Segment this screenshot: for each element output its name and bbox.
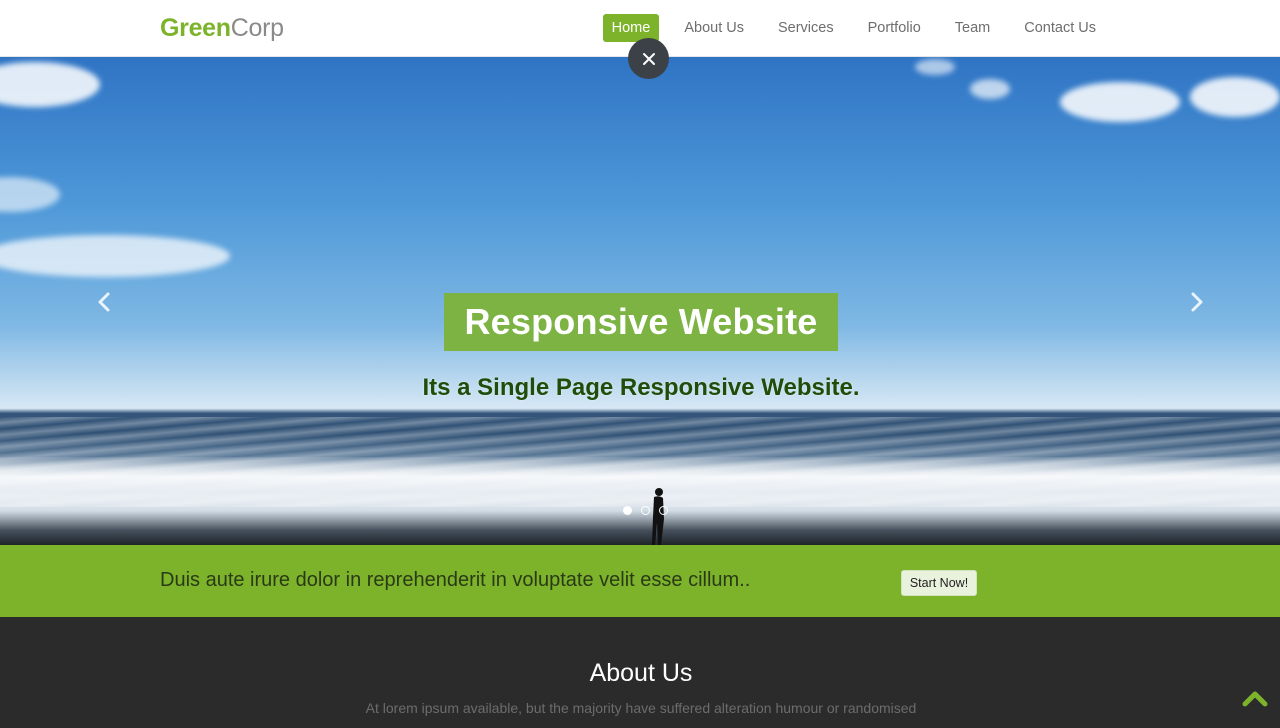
close-icon	[642, 52, 655, 65]
cloud-decoration	[1190, 77, 1280, 117]
carousel-indicator[interactable]	[641, 506, 650, 515]
carousel-indicator[interactable]	[659, 506, 668, 515]
cloud-decoration	[0, 177, 60, 212]
nav-about-us[interactable]: About Us	[675, 14, 753, 42]
cloud-decoration	[970, 79, 1010, 99]
section-title: About Us	[589, 659, 693, 687]
cloud-decoration	[0, 235, 230, 277]
start-now-button[interactable]: Start Now!	[901, 570, 977, 596]
hero-carousel: Responsive Website Its a Single Page Res…	[0, 57, 1280, 545]
carousel-prev-icon[interactable]	[94, 291, 116, 313]
carousel-indicators	[623, 506, 668, 515]
cta-text: Duis aute irure dolor in reprehenderit i…	[160, 569, 751, 591]
cloud-decoration	[0, 62, 100, 107]
person-silhouette	[652, 488, 664, 545]
nav-portfolio[interactable]: Portfolio	[859, 14, 930, 42]
main-nav: Home About Us Services Portfolio Team Co…	[587, 14, 1105, 42]
brand-part-corp: Corp	[230, 14, 284, 42]
cloud-decoration	[1060, 82, 1180, 122]
brand-part-green: Green	[160, 14, 231, 42]
section-subtitle: At lorem ipsum available, but the majori…	[365, 700, 917, 716]
carousel-indicator[interactable]	[623, 506, 632, 515]
hero-subtitle: Its a Single Page Responsive Website.	[422, 374, 860, 401]
carousel-next-icon[interactable]	[1185, 291, 1207, 313]
brand-logo[interactable]: GreenCorp	[160, 12, 284, 44]
wave-foam	[0, 457, 1280, 507]
nav-team[interactable]: Team	[946, 14, 999, 42]
about-section: About Us At lorem ipsum available, but t…	[0, 617, 1280, 728]
close-button[interactable]	[628, 38, 669, 79]
scroll-to-top-icon[interactable]	[1242, 688, 1268, 708]
hero-title: Responsive Website	[444, 293, 838, 351]
cta-band: Duis aute irure dolor in reprehenderit i…	[0, 545, 1280, 617]
nav-contact-us[interactable]: Contact Us	[1015, 14, 1105, 42]
nav-services[interactable]: Services	[769, 14, 843, 42]
cloud-decoration	[915, 59, 955, 75]
